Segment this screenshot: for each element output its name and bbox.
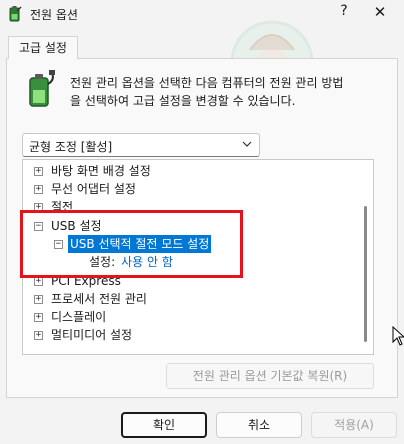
expand-icon[interactable]: + [34,167,43,176]
tree-scrollbar-thumb[interactable] [364,206,367,342]
battery-plug-icon [29,70,55,107]
advanced-settings-tree[interactable]: + 바탕 화면 배경 설정 + 무선 어댑터 설정 + 절전 − USB 설정 … [22,159,374,355]
expand-icon[interactable]: + [34,185,43,194]
power-options-dialog: 전원 옵션 ? ✕ 고급 설정 전원 관리 옵션을 선택한 다음 컴퓨터의 전원… [0,0,404,444]
expand-icon[interactable]: + [34,203,43,212]
description-text: 전원 관리 옵션을 선택한 다음 컴퓨터의 전원 관리 방법을 선택하여 고급 … [70,76,344,108]
power-plan-value: 균형 조정 [활성] [29,140,113,154]
tree-item-label: 바탕 화면 배경 설정 [51,164,151,178]
title-bar[interactable]: 전원 옵션 ? ✕ [0,0,404,28]
power-options-icon [9,6,22,22]
expand-icon[interactable]: + [34,313,43,322]
tree-item-usb-settings[interactable]: − USB 설정 [23,217,353,235]
collapse-icon[interactable]: − [34,222,43,231]
tree-item-label: 멀티미디어 설정 [51,328,133,342]
tree-item-display[interactable]: + 디스플레이 [23,308,353,326]
tree-item-desktop-background[interactable]: + 바탕 화면 배경 설정 [23,162,353,180]
tree-item-label: 프로세서 전원 관리 [51,292,147,306]
tree-item-multimedia[interactable]: + 멀티미디어 설정 [23,326,353,344]
tree-item-label: 무선 어댑터 설정 [51,182,136,196]
chevron-down-icon [242,141,252,147]
expand-icon[interactable]: + [34,295,43,304]
window-title: 전원 옵션 [30,8,78,22]
tree-item-label: 절전 [51,200,74,214]
collapse-icon[interactable]: − [54,240,63,249]
tab-advanced-settings[interactable]: 고급 설정 [8,36,78,59]
apply-button[interactable]: 적용(A) [311,412,397,438]
mouse-cursor-icon [392,326,404,346]
power-plan-select[interactable]: 균형 조정 [활성] [22,133,260,157]
tree-item-label: PCI Express [51,274,121,288]
setting-key-label: 설정: [89,255,116,269]
tree-item-setting-value-row[interactable]: 설정: 사용 안 함 [23,253,353,271]
close-button[interactable]: ✕ [372,3,388,21]
expand-icon[interactable]: + [34,331,43,340]
tree-item-label: 디스플레이 [51,310,107,324]
expand-icon[interactable]: + [34,277,43,286]
help-button[interactable]: ? [336,3,352,19]
tree-item-processor-power[interactable]: + 프로세서 전원 관리 [23,290,353,308]
tree-item-sleep[interactable]: + 절전 [23,198,353,216]
ok-button[interactable]: 확인 [121,412,207,438]
tree-item-pci-express[interactable]: + PCI Express [23,272,353,290]
setting-value-link[interactable]: 사용 안 함 [121,255,173,269]
restore-defaults-button[interactable]: 전원 관리 옵션 기본값 복원(R) [166,363,374,389]
cancel-button[interactable]: 취소 [216,412,302,438]
tree-item-label-selected: USB 선택적 절전 모드 설정 [68,235,212,253]
tree-item-usb-selective-suspend[interactable]: − USB 선택적 절전 모드 설정 [23,235,353,253]
tree-item-label: USB 설정 [51,219,102,233]
tree-item-wireless-adapter[interactable]: + 무선 어댑터 설정 [23,180,353,198]
